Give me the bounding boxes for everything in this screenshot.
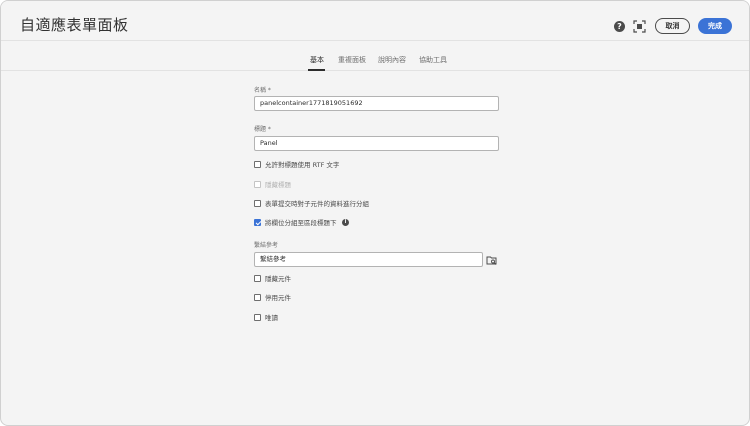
active-tab-indicator bbox=[308, 69, 325, 71]
tab-repeat-panel[interactable]: 重複面板 bbox=[338, 55, 366, 65]
dialog-header: 自適應表單面板 ? 取消 完成 bbox=[1, 1, 749, 41]
name-input[interactable]: panelcontainer1771819051692 bbox=[254, 96, 499, 111]
wrap-fields-label: 將欄位分組至區段標題下 bbox=[265, 219, 337, 227]
folder-browse-icon[interactable] bbox=[486, 254, 498, 266]
cancel-button[interactable]: 取消 bbox=[655, 18, 690, 34]
hide-title-checkbox bbox=[254, 181, 261, 188]
info-icon[interactable]: i bbox=[342, 219, 349, 226]
disable-component-label: 停用元件 bbox=[265, 294, 291, 302]
group-data-checkbox[interactable] bbox=[254, 200, 261, 207]
dialog-window: 自適應表單面板 ? 取消 完成 基本 重複面板 說明內容 協助工具 名稱 * p… bbox=[0, 0, 750, 426]
tab-accessibility[interactable]: 協助工具 bbox=[419, 55, 447, 65]
fullscreen-icon[interactable] bbox=[633, 20, 646, 33]
help-icon[interactable]: ? bbox=[614, 21, 625, 32]
rich-text-checkbox[interactable] bbox=[254, 161, 261, 168]
bind-ref-input[interactable]: 繫結參考 bbox=[254, 252, 483, 267]
tab-help-content[interactable]: 說明內容 bbox=[378, 55, 406, 65]
hide-component-label: 隱藏元件 bbox=[265, 275, 291, 283]
hide-component-checkbox[interactable] bbox=[254, 275, 261, 282]
done-button[interactable]: 完成 bbox=[698, 18, 732, 34]
tab-bar: 基本 重複面板 說明內容 協助工具 bbox=[1, 51, 749, 71]
tab-basic[interactable]: 基本 bbox=[310, 55, 324, 65]
title-input[interactable]: Panel bbox=[254, 136, 499, 151]
readonly-label: 唯讀 bbox=[265, 314, 278, 322]
name-label: 名稱 * bbox=[254, 87, 271, 94]
title-label: 標題 * bbox=[254, 126, 271, 133]
hide-title-label: 隱藏標題 bbox=[265, 181, 291, 189]
dialog-title: 自適應表單面板 bbox=[20, 16, 129, 34]
wrap-fields-checkbox[interactable] bbox=[254, 219, 261, 226]
disable-component-checkbox[interactable] bbox=[254, 294, 261, 301]
bind-ref-label: 繫結參考 bbox=[254, 242, 279, 249]
readonly-checkbox[interactable] bbox=[254, 314, 261, 321]
group-data-label: 表單提交時對子元件的資料進行分組 bbox=[265, 200, 369, 208]
rich-text-label: 允許對標題使用 RTF 文字 bbox=[265, 161, 340, 169]
